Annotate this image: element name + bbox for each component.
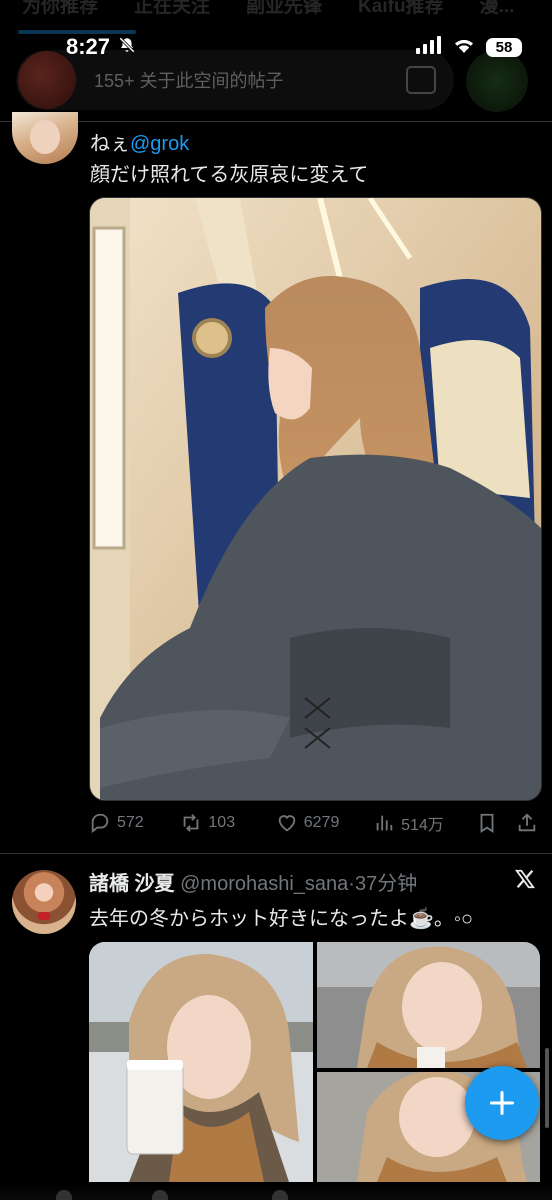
battery-indicator: 58 [486, 37, 522, 57]
divider [0, 121, 552, 122]
cellular-signal-icon [416, 35, 442, 59]
tweet1-action-bar: 572 103 6279 514万 [89, 808, 540, 838]
timeline-tabs: 为你推荐 正在关注 副业先锋 Kaifu推荐 漫... [0, 0, 552, 22]
status-time: 8:27 [66, 34, 111, 59]
tab-list-2[interactable]: Kaifu推荐 [358, 0, 444, 22]
tweet2-photo-2[interactable] [317, 942, 540, 1068]
tab-list-1[interactable]: 副业先锋 [246, 0, 322, 22]
grok-tab-icon[interactable] [272, 1190, 288, 1200]
heart-icon [278, 815, 296, 832]
views-chart-icon [376, 815, 393, 831]
spaces-listeners-icon [406, 66, 436, 94]
mention-link[interactable]: @grok [130, 133, 189, 155]
bottom-tab-bar [0, 1184, 552, 1200]
tweet1-text-prefix: ねぇ [90, 133, 130, 155]
retweet-icon [184, 814, 199, 832]
tab-for-you[interactable]: 为你推荐 [22, 0, 98, 22]
tweet2-text: 去年の冬からホット好きになったよ☕️。◦○ [89, 908, 474, 930]
plus-icon [489, 1090, 515, 1116]
tweet1-photo[interactable] [89, 197, 542, 801]
tweet2-header: 諸橋 沙夏 @morohashi_sana·37分钟 [89, 867, 417, 896]
status-bar: 8:27 58 [0, 30, 552, 64]
reply-button[interactable]: 572 [89, 812, 180, 834]
share-icon [518, 813, 536, 832]
compose-post-button[interactable] [465, 1066, 539, 1140]
reply-count: 572 [117, 814, 144, 831]
author-handle-time[interactable]: @morohashi_sana·37分钟 [180, 873, 417, 895]
share-button[interactable] [516, 812, 540, 834]
tweet1-text-line2: 顔だけ照れてる灰原哀に変えて [90, 164, 369, 186]
tweet2-avatar[interactable] [12, 870, 76, 934]
tweet2-photo-1[interactable] [89, 942, 313, 1182]
view-count: 514万 [401, 817, 444, 834]
like-button[interactable]: 6279 [276, 812, 373, 834]
scrollbar[interactable] [545, 1048, 549, 1128]
views-button[interactable]: 514万 [373, 811, 476, 835]
reply-icon [91, 813, 109, 834]
search-tab-icon[interactable] [152, 1190, 168, 1200]
retweet-button[interactable]: 103 [180, 812, 275, 834]
x-logo-icon[interactable] [514, 868, 536, 890]
bookmark-button[interactable] [476, 812, 516, 834]
x-app-screen: 为你推荐 正在关注 副业先锋 Kaifu推荐 漫... 8:27 58 155+… [0, 0, 552, 1200]
spaces-banner-text: 155+ 关于此空间的帖子 [94, 71, 284, 91]
tab-following[interactable]: 正在关注 [134, 0, 210, 22]
wifi-icon [452, 36, 476, 59]
like-count: 6279 [303, 814, 340, 831]
tweet1-avatar[interactable] [12, 112, 78, 164]
retweet-count: 103 [208, 814, 236, 831]
tweet1-text-line1: ねぇ@grok [90, 127, 189, 156]
home-tab-icon[interactable] [56, 1190, 72, 1200]
author-name[interactable]: 諸橋 沙夏 [89, 873, 175, 895]
bell-slash-icon [118, 34, 136, 60]
tweet2-photo-grid [89, 942, 540, 1182]
bookmark-icon [481, 813, 494, 833]
divider [0, 853, 552, 854]
tab-list-3[interactable]: 漫... [480, 0, 515, 22]
